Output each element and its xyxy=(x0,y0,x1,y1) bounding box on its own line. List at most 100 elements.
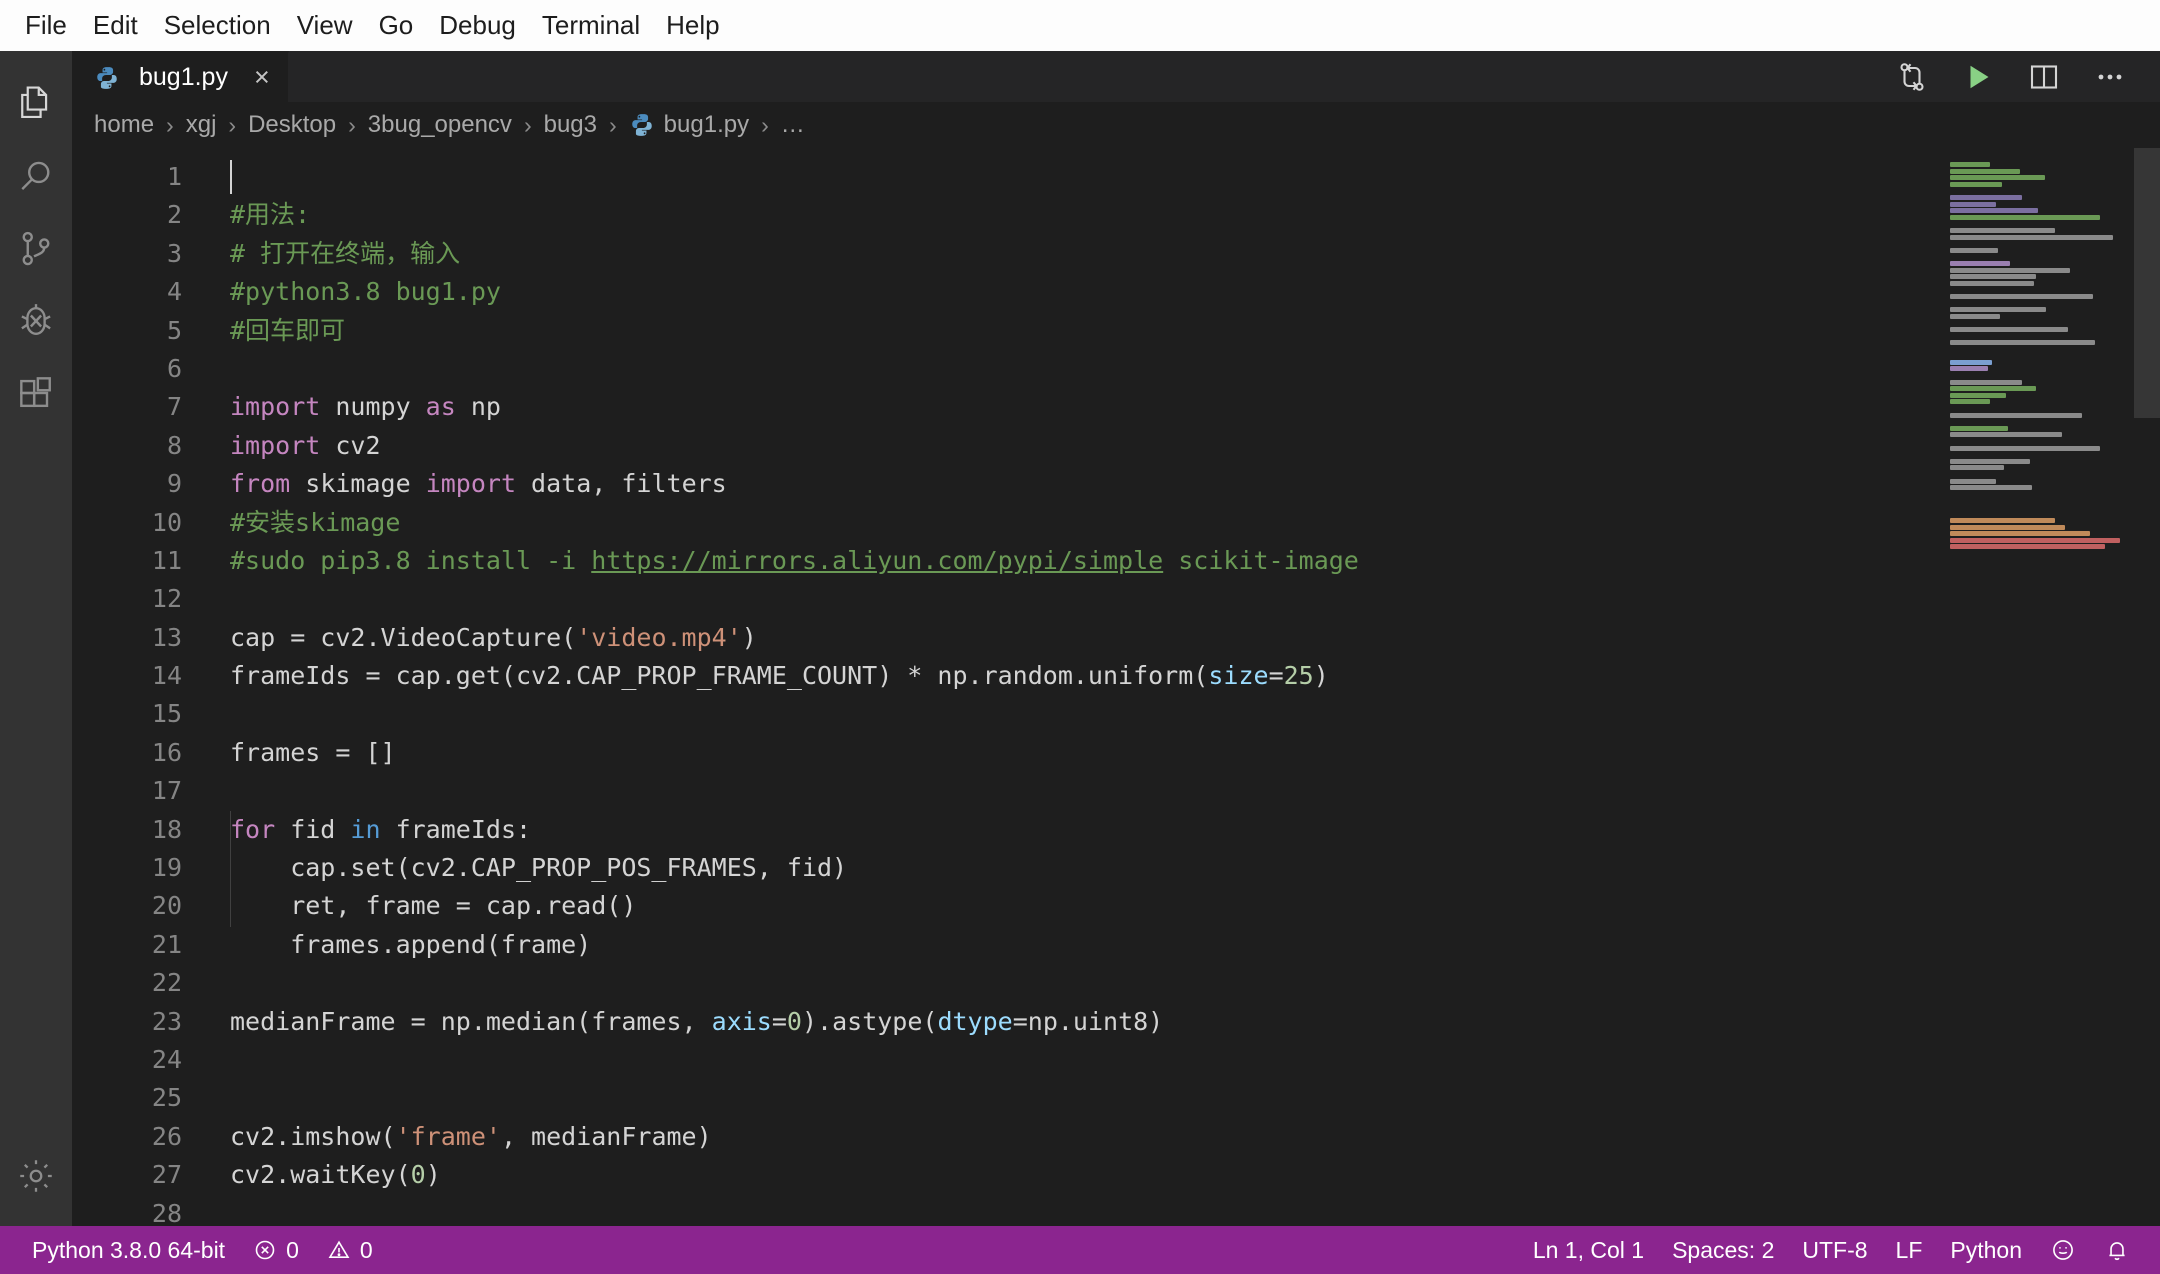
search-icon[interactable] xyxy=(0,141,72,213)
code-line[interactable] xyxy=(230,1079,1944,1117)
menu-item-terminal[interactable]: Terminal xyxy=(529,6,653,45)
menu-item-view[interactable]: View xyxy=(284,6,366,45)
minimap-line xyxy=(1950,280,2034,286)
more-actions-icon[interactable] xyxy=(2082,51,2138,102)
code-line[interactable]: frames = [] xyxy=(230,734,1944,772)
code-line[interactable]: import cv2 xyxy=(230,427,1944,465)
code-line[interactable]: cap.set(cv2.CAP_PROP_POS_FRAMES, fid) xyxy=(230,849,1944,887)
language-mode-status[interactable]: Python xyxy=(1936,1226,2036,1274)
code-line[interactable]: #sudo pip3.8 install -i https://mirrors.… xyxy=(230,542,1944,580)
line-number: 12 xyxy=(151,584,182,614)
code-line[interactable] xyxy=(230,158,1944,196)
minimap-line xyxy=(1950,227,2055,233)
status-bar-right: Ln 1, Col 1 Spaces: 2 UTF-8 LF Python xyxy=(1519,1226,2160,1274)
python-version-status[interactable]: Python 3.8.0 64-bit xyxy=(18,1226,239,1274)
code-line[interactable] xyxy=(230,695,1944,733)
breadcrumb-separator: › xyxy=(523,111,532,138)
code-line[interactable] xyxy=(230,1041,1944,1079)
compare-changes-icon[interactable] xyxy=(1884,51,1940,102)
minimap-line xyxy=(1950,260,2010,266)
menu-item-edit[interactable]: Edit xyxy=(80,6,151,45)
menu-item-selection[interactable]: Selection xyxy=(151,6,284,45)
breadcrumb-item-bug3[interactable]: bug3 xyxy=(544,111,597,139)
scrollbar-thumb[interactable] xyxy=(2134,148,2160,418)
tab-label: bug1.py xyxy=(139,63,228,91)
code-line[interactable]: # 打开在终端，输入 xyxy=(230,235,1944,273)
code-token: 25 xyxy=(1283,661,1314,691)
minimap-gap xyxy=(1944,241,2134,248)
minimap-gap xyxy=(1944,452,2134,459)
code-line[interactable]: #用法: xyxy=(230,196,1944,234)
code-line[interactable]: frames.append(frame) xyxy=(230,926,1944,964)
menu-item-go[interactable]: Go xyxy=(366,6,427,45)
warnings-status[interactable]: 0 xyxy=(313,1226,387,1274)
code-token: cv2.waitKey( xyxy=(230,1160,411,1190)
minimap-gap xyxy=(1944,287,2134,294)
settings-gear-icon[interactable] xyxy=(0,1140,72,1212)
code-line[interactable]: ret, frame = cap.read() xyxy=(230,887,1944,925)
code-line[interactable] xyxy=(230,580,1944,618)
indentation-label: Spaces: 2 xyxy=(1672,1236,1775,1263)
source-control-icon[interactable] xyxy=(0,213,72,285)
code-line[interactable] xyxy=(230,964,1944,1002)
breadcrumb-item-3bug-opencv[interactable]: 3bug_opencv xyxy=(368,111,512,139)
editor-vertical-scrollbar[interactable] xyxy=(2134,148,2160,1226)
breadcrumb-item-home[interactable]: home xyxy=(94,111,154,139)
code-line[interactable]: #安装skimage xyxy=(230,504,1944,542)
code-line[interactable]: frameIds = cap.get(cv2.CAP_PROP_FRAME_CO… xyxy=(230,657,1944,695)
code-line[interactable]: from skimage import data, filters xyxy=(230,465,1944,503)
code-line[interactable]: cv2.imshow('frame', medianFrame) xyxy=(230,1118,1944,1156)
line-number: 24 xyxy=(151,1044,182,1074)
line-number: 25 xyxy=(151,1083,182,1113)
code-line[interactable] xyxy=(230,350,1944,388)
breadcrumb-item--[interactable]: … xyxy=(781,111,805,139)
code-line[interactable] xyxy=(230,772,1944,810)
line-number: 4 xyxy=(166,277,182,307)
code-content[interactable]: #用法: # 打开在终端，输入 #python3.8 bug1.py #回车即可 im… xyxy=(202,148,1944,1226)
breadcrumb-item-bug1-py[interactable]: bug1.py xyxy=(629,111,749,139)
minimap-line xyxy=(1950,392,2006,398)
run-python-file-icon[interactable] xyxy=(1950,51,2006,102)
feedback-smiley-icon[interactable] xyxy=(2036,1226,2090,1274)
cursor-position-status[interactable]: Ln 1, Col 1 xyxy=(1519,1226,1658,1274)
code-token: for xyxy=(230,814,276,844)
indentation-status[interactable]: Spaces: 2 xyxy=(1658,1226,1788,1274)
code-token: import xyxy=(425,469,516,499)
code-token: # 打开在终端，输入 xyxy=(230,238,461,268)
code-line[interactable]: #回车即可 xyxy=(230,312,1944,350)
code-token: dtype xyxy=(937,1006,1013,1036)
code-line[interactable] xyxy=(230,1195,1944,1226)
breadcrumb-item-desktop[interactable]: Desktop xyxy=(248,111,336,139)
explorer-icon[interactable] xyxy=(0,69,72,141)
error-circle-icon xyxy=(253,1238,277,1262)
split-editor-icon[interactable] xyxy=(2016,51,2072,102)
breadcrumb[interactable]: home › xgj › Desktop › 3bug_opencv › bug3 › bug1.p… xyxy=(72,102,2160,148)
eol-status[interactable]: LF xyxy=(1882,1226,1937,1274)
code-line[interactable]: for fid in frameIds: xyxy=(230,811,1944,849)
menu-item-debug[interactable]: Debug xyxy=(426,6,529,45)
extensions-icon[interactable] xyxy=(0,357,72,429)
close-icon[interactable]: × xyxy=(254,64,270,91)
debug-icon[interactable] xyxy=(0,285,72,357)
code-line[interactable]: #python3.8 bug1.py xyxy=(230,273,1944,311)
code-token: 'video.mp4' xyxy=(576,622,742,652)
code-token: fid xyxy=(275,814,351,844)
tab-bug1-py[interactable]: bug1.py × xyxy=(72,51,289,102)
code-line[interactable]: cv2.waitKey(0) xyxy=(230,1156,1944,1194)
cursor-position-label: Ln 1, Col 1 xyxy=(1532,1236,1645,1263)
menu-item-help[interactable]: Help xyxy=(653,6,732,45)
code-token: import xyxy=(230,392,321,422)
code-line[interactable]: import numpy as np xyxy=(230,388,1944,426)
minimap[interactable] xyxy=(1944,148,2134,1226)
editor-code-area[interactable]: 1 2 3 4 5 6 7 8 9 10 11 12 13 14 15 16 17 18 19 20 21 22 23 24 2… xyxy=(72,148,2160,1226)
vscode-window: File Edit Selection View Go Debug Terminal Help xyxy=(0,0,2160,1274)
code-token: as xyxy=(425,392,456,422)
menu-item-file[interactable]: File xyxy=(12,6,80,45)
notifications-bell-icon[interactable] xyxy=(2090,1226,2144,1274)
encoding-status[interactable]: UTF-8 xyxy=(1788,1226,1881,1274)
code-line[interactable]: medianFrame = np.median(frames, axis=0).… xyxy=(230,1003,1944,1041)
breadcrumb-item-xgj[interactable]: xgj xyxy=(186,111,217,139)
line-number: 19 xyxy=(151,853,182,883)
code-line[interactable]: cap = cv2.VideoCapture('video.mp4') xyxy=(230,619,1944,657)
errors-status[interactable]: 0 xyxy=(239,1226,313,1274)
